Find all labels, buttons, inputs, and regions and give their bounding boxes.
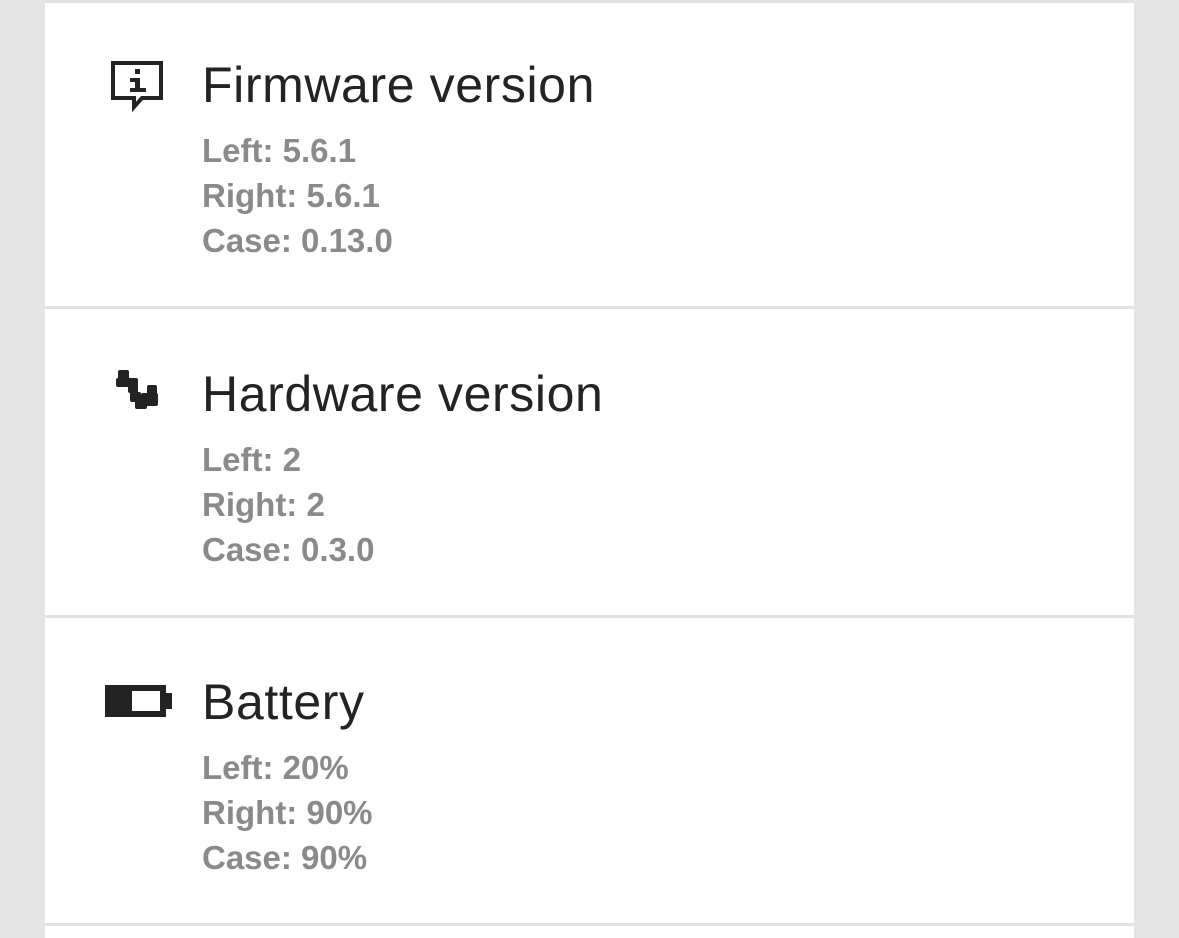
firmware-version-title: Firmware version <box>202 57 595 113</box>
row-divider <box>45 923 1134 926</box>
hardware-case-value: Case: 0.3.0 <box>202 531 375 568</box>
info-chat-icon <box>105 58 175 118</box>
hardware-version-title: Hardware version <box>202 366 604 422</box>
battery-right-value: Right: 90% <box>202 794 373 831</box>
battery-left-value: Left: 20% <box>202 749 349 786</box>
puzzle-icon <box>105 367 175 427</box>
firmware-right-value: Right: 5.6.1 <box>202 177 380 214</box>
info-row-hardware: Hardware version Left: 2 Right: 2 Case: … <box>45 312 1134 618</box>
row-divider <box>45 615 1134 618</box>
firmware-case-value: Case: 0.13.0 <box>202 222 393 259</box>
battery-details: Left: 20% Right: 90% Case: 90% <box>202 745 373 880</box>
hardware-version-details: Left: 2 Right: 2 Case: 0.3.0 <box>202 437 374 572</box>
firmware-left-value: Left: 5.6.1 <box>202 132 357 169</box>
info-row-battery: Battery Left: 20% Right: 90% Case: 90% <box>45 620 1134 926</box>
device-info-list: Firmware version Left: 5.6.1 Right: 5.6.… <box>45 0 1134 938</box>
battery-case-value: Case: 90% <box>202 839 368 876</box>
row-divider <box>45 306 1134 309</box>
hardware-right-value: Right: 2 <box>202 486 325 523</box>
firmware-version-details: Left: 5.6.1 Right: 5.6.1 Case: 0.13.0 <box>202 128 393 263</box>
battery-title: Battery <box>202 674 365 730</box>
battery-low-icon <box>105 675 175 735</box>
hardware-left-value: Left: 2 <box>202 441 301 478</box>
info-row-firmware: Firmware version Left: 5.6.1 Right: 5.6.… <box>45 3 1134 309</box>
